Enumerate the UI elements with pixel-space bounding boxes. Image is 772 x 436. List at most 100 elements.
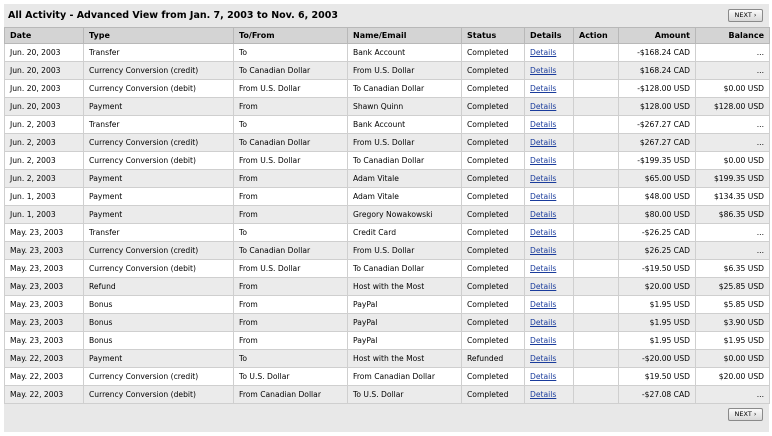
table-row: Jun. 2, 2003 Payment From Adam Vitale Comple… <box>4 169 770 188</box>
cell-date: May. 23, 2003 <box>4 241 84 260</box>
details-link[interactable]: Details <box>530 282 556 291</box>
cell-details: Details <box>524 385 574 404</box>
cell-amount: -$168.24 CAD <box>618 43 696 62</box>
details-link[interactable]: Details <box>530 246 556 255</box>
col-header-name-email[interactable]: Name/Email <box>347 27 462 44</box>
details-link[interactable]: Details <box>530 336 556 345</box>
cell-action <box>573 169 619 188</box>
cell-to-from: To U.S. Dollar <box>233 367 348 386</box>
details-link[interactable]: Details <box>530 372 556 381</box>
cell-status: Refunded <box>461 349 525 368</box>
cell-balance: $86.35 USD <box>695 205 770 224</box>
col-header-status[interactable]: Status <box>461 27 525 44</box>
cell-date: May. 22, 2003 <box>4 367 84 386</box>
next-button-top[interactable]: NEXT › <box>728 9 763 22</box>
cell-type: Payment <box>83 205 234 224</box>
col-header-action[interactable]: Action <box>573 27 619 44</box>
details-link[interactable]: Details <box>530 66 556 75</box>
details-link[interactable]: Details <box>530 138 556 147</box>
cell-to-from: From Canadian Dollar <box>233 385 348 404</box>
cell-balance: ... <box>695 223 770 242</box>
cell-details: Details <box>524 187 574 206</box>
cell-balance: ... <box>695 385 770 404</box>
details-link[interactable]: Details <box>530 210 556 219</box>
cell-name-email: Adam Vitale <box>347 187 462 206</box>
details-link[interactable]: Details <box>530 192 556 201</box>
cell-balance: $0.00 USD <box>695 151 770 170</box>
cell-name-email: PayPal <box>347 313 462 332</box>
cell-name-email: From U.S. Dollar <box>347 61 462 80</box>
table-row: May. 23, 2003 Transfer To Credit Card Comple… <box>4 223 770 242</box>
table-row: Jun. 20, 2003 Payment From Shawn Quinn Compl… <box>4 97 770 116</box>
table-row: Jun. 2, 2003 Transfer To Bank Account Comple… <box>4 115 770 134</box>
cell-action <box>573 259 619 278</box>
cell-date: Jun. 2, 2003 <box>4 115 84 134</box>
cell-amount: $80.00 USD <box>618 205 696 224</box>
cell-balance: ... <box>695 241 770 260</box>
cell-amount: $20.00 USD <box>618 277 696 296</box>
details-link[interactable]: Details <box>530 228 556 237</box>
details-link[interactable]: Details <box>530 102 556 111</box>
cell-date: May. 23, 2003 <box>4 313 84 332</box>
cell-type: Transfer <box>83 43 234 62</box>
table-row: May. 22, 2003 Currency Conversion (debit)… <box>4 385 770 404</box>
cell-details: Details <box>524 367 574 386</box>
cell-details: Details <box>524 205 574 224</box>
col-header-details[interactable]: Details <box>524 27 574 44</box>
cell-action <box>573 385 619 404</box>
cell-action <box>573 295 619 314</box>
details-link[interactable]: Details <box>530 120 556 129</box>
cell-balance: $199.35 USD <box>695 169 770 188</box>
table-row: May. 23, 2003 Currency Conversion (debit)… <box>4 259 770 278</box>
details-link[interactable]: Details <box>530 318 556 327</box>
cell-amount: $1.95 USD <box>618 295 696 314</box>
details-link[interactable]: Details <box>530 174 556 183</box>
col-header-tofrom[interactable]: To/From <box>233 27 348 44</box>
table-row: May. 22, 2003 Currency Conversion (credit… <box>4 367 770 386</box>
cell-type: Refund <box>83 277 234 296</box>
cell-details: Details <box>524 133 574 152</box>
cell-type: Currency Conversion (credit) <box>83 367 234 386</box>
cell-type: Currency Conversion (debit) <box>83 385 234 404</box>
details-link[interactable]: Details <box>530 300 556 309</box>
col-header-date[interactable]: Date <box>4 27 84 44</box>
cell-date: May. 22, 2003 <box>4 385 84 404</box>
cell-to-from: From <box>233 313 348 332</box>
details-link[interactable]: Details <box>530 264 556 273</box>
details-link[interactable]: Details <box>530 156 556 165</box>
cell-type: Bonus <box>83 331 234 350</box>
cell-amount: $48.00 USD <box>618 187 696 206</box>
cell-details: Details <box>524 79 574 98</box>
cell-name-email: Gregory Nowakowski <box>347 205 462 224</box>
cell-action <box>573 241 619 260</box>
cell-status: Completed <box>461 61 525 80</box>
details-link[interactable]: Details <box>530 84 556 93</box>
cell-date: Jun. 2, 2003 <box>4 133 84 152</box>
cell-amount: -$26.25 CAD <box>618 223 696 242</box>
cell-amount: $267.27 CAD <box>618 133 696 152</box>
table-row: Jun. 20, 2003 Currency Conversion (credit… <box>4 61 770 80</box>
details-link[interactable]: Details <box>530 390 556 399</box>
cell-type: Currency Conversion (credit) <box>83 61 234 80</box>
cell-to-from: To <box>233 43 348 62</box>
cell-action <box>573 349 619 368</box>
cell-balance: ... <box>695 133 770 152</box>
details-link[interactable]: Details <box>530 48 556 57</box>
cell-status: Completed <box>461 331 525 350</box>
cell-type: Currency Conversion (credit) <box>83 133 234 152</box>
cell-status: Completed <box>461 385 525 404</box>
col-header-amount[interactable]: Amount <box>618 27 696 44</box>
cell-status: Completed <box>461 295 525 314</box>
col-header-type[interactable]: Type <box>83 27 234 44</box>
cell-date: May. 23, 2003 <box>4 259 84 278</box>
table-row: Jun. 2, 2003 Currency Conversion (credit)… <box>4 133 770 152</box>
cell-date: Jun. 2, 2003 <box>4 151 84 170</box>
title-bar: All Activity - Advanced View from Jan. 7… <box>4 4 769 26</box>
cell-details: Details <box>524 97 574 116</box>
cell-to-from: From U.S. Dollar <box>233 151 348 170</box>
next-button-bottom[interactable]: NEXT › <box>728 408 763 421</box>
cell-name-email: From Canadian Dollar <box>347 367 462 386</box>
col-header-balance[interactable]: Balance <box>695 27 770 44</box>
details-link[interactable]: Details <box>530 354 556 363</box>
cell-name-email: To U.S. Dollar <box>347 385 462 404</box>
